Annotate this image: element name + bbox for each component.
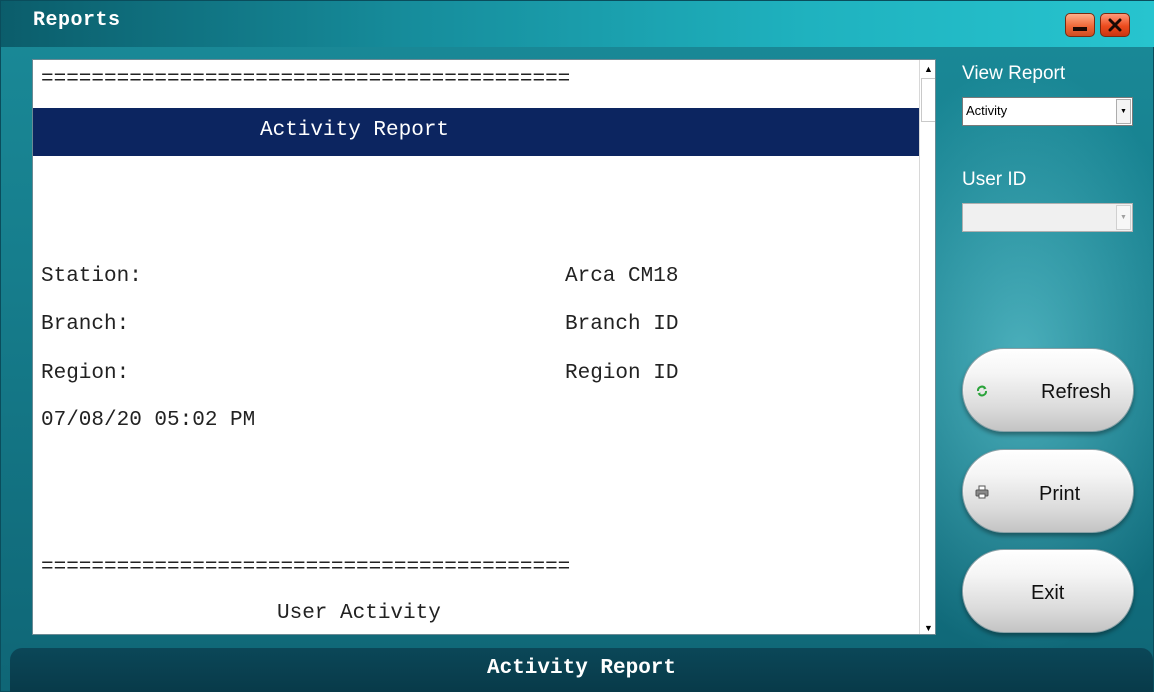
view-report-select[interactable]: Activity ▼	[962, 97, 1133, 126]
scrollbar-thumb[interactable]	[921, 78, 935, 122]
view-report-label: View Report	[962, 63, 1066, 84]
report-content: ========================================…	[33, 60, 919, 634]
exit-label: Exit	[1031, 582, 1065, 604]
branch-label: Branch:	[41, 313, 130, 336]
branch-value: Branch ID	[565, 313, 679, 336]
chevron-down-icon[interactable]: ▼	[1116, 99, 1131, 124]
refresh-label: Refresh	[1041, 381, 1112, 403]
refresh-button[interactable]: Refresh	[962, 348, 1134, 432]
print-label: Print	[1039, 483, 1081, 505]
print-button[interactable]: Print	[962, 449, 1134, 533]
report-header-band: Activity Report	[33, 108, 919, 156]
refresh-icon	[973, 382, 991, 400]
user-id-label: User ID	[962, 169, 1027, 190]
status-text: Activity Report	[486, 657, 677, 680]
scroll-down-arrow-icon[interactable]: ▼	[920, 619, 935, 634]
printer-icon	[973, 483, 991, 501]
region-label: Region:	[41, 362, 130, 385]
report-viewer[interactable]: ========================================…	[32, 59, 936, 635]
report-separator: ========================================…	[41, 68, 571, 91]
report-title: Activity Report	[260, 119, 450, 142]
region-value: Region ID	[565, 362, 679, 385]
station-value: Arca CM18	[565, 265, 679, 288]
view-report-selected-value: Activity	[966, 103, 1008, 118]
status-bar: Activity Report	[10, 648, 1153, 692]
exit-button[interactable]: Exit	[962, 549, 1134, 633]
report-scrollbar[interactable]: ▲ ▼	[919, 60, 935, 634]
report-timestamp: 07/08/20 05:02 PM	[41, 409, 256, 432]
scroll-up-arrow-icon[interactable]: ▲	[920, 60, 935, 77]
reports-window: Reports ================================…	[0, 0, 1154, 692]
close-icon	[1108, 18, 1122, 32]
report-separator: ========================================…	[41, 556, 571, 579]
station-label: Station:	[41, 265, 142, 288]
title-bar[interactable]: Reports	[1, 1, 1154, 47]
user-id-select[interactable]: ▼	[962, 203, 1133, 232]
chevron-down-icon[interactable]: ▼	[1116, 205, 1131, 230]
close-button[interactable]	[1100, 13, 1130, 37]
minimize-icon	[1073, 27, 1087, 31]
window-title: Reports	[33, 9, 121, 32]
minimize-button[interactable]	[1065, 13, 1095, 37]
section-heading: User Activity	[277, 602, 441, 625]
